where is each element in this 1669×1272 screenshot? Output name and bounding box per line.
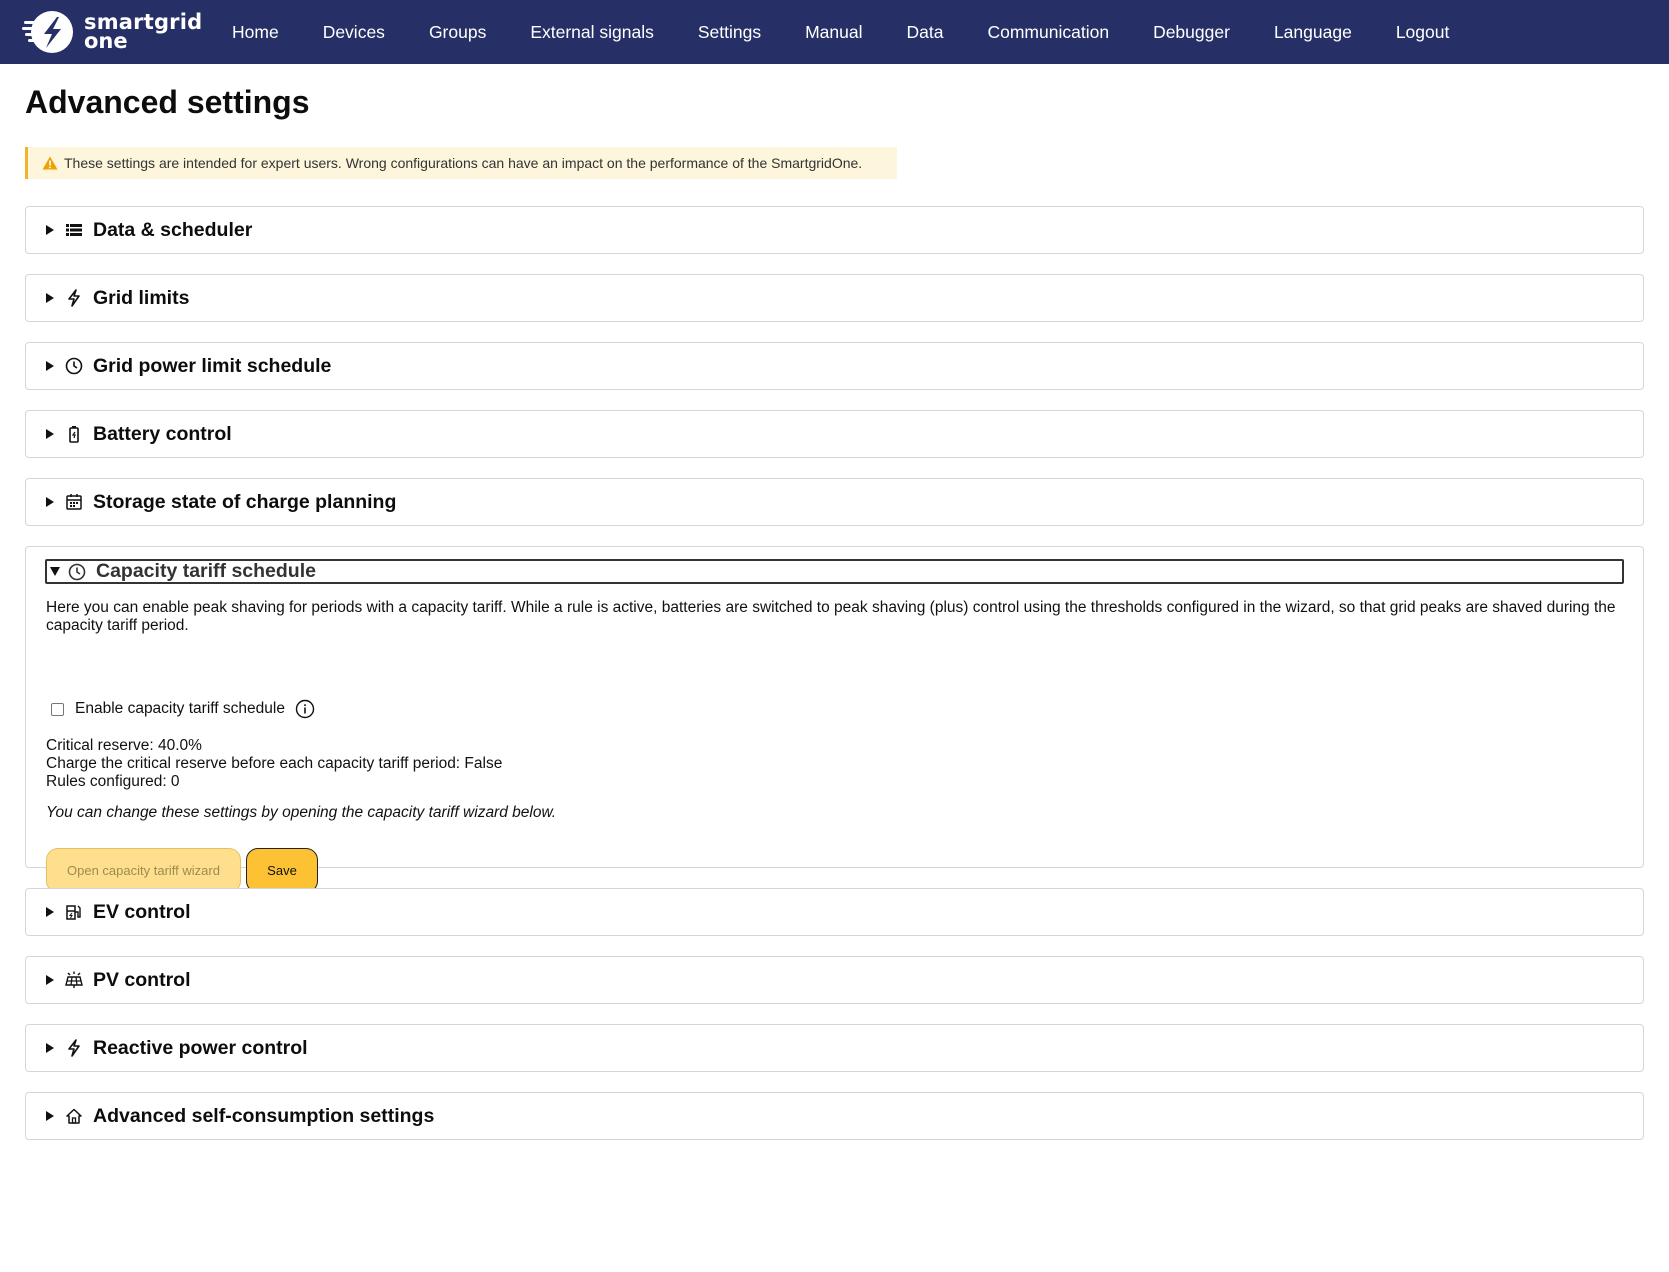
- lightning-icon: [68, 1039, 80, 1057]
- section-data-scheduler: Data & scheduler: [25, 206, 1644, 254]
- caret-right-icon: [46, 225, 54, 235]
- warning-text: These settings are intended for expert u…: [64, 155, 863, 171]
- section-capacity-tariff-schedule: Capacity tariff schedule Here you can en…: [25, 546, 1644, 893]
- home-icon: [66, 1108, 82, 1124]
- capacity-tariff-buttons: Open capacity tariff wizard Save: [46, 848, 318, 893]
- ev-charger-icon: [66, 905, 81, 920]
- caret-right-icon: [46, 975, 54, 985]
- section-ev-control: EV control: [25, 888, 1644, 936]
- capacity-tariff-stats: Critical reserve: 40.0% Charge the criti…: [46, 737, 502, 791]
- lightning-icon: [68, 289, 80, 307]
- nav-settings[interactable]: Settings: [698, 22, 761, 43]
- enable-capacity-tariff-checkbox[interactable]: [51, 702, 64, 716]
- section-title: PV control: [93, 968, 191, 991]
- section-title: Battery control: [93, 422, 232, 445]
- section-pv-control-header[interactable]: PV control: [26, 957, 1643, 1003]
- nav-manual[interactable]: Manual: [805, 22, 862, 43]
- nav-data[interactable]: Data: [907, 22, 944, 43]
- section-title: Storage state of charge planning: [93, 490, 397, 513]
- logo-line2: one: [84, 29, 128, 53]
- section-grid-limits-header[interactable]: Grid limits: [26, 275, 1643, 321]
- capacity-tariff-description: Here you can enable peak shaving for per…: [46, 599, 1616, 634]
- calendar-icon: [66, 494, 82, 510]
- solar-panel-icon: [65, 971, 83, 988]
- nav-logout[interactable]: Logout: [1396, 22, 1450, 43]
- section-reactive-power-control: Reactive power control: [25, 1024, 1644, 1072]
- caret-right-icon: [46, 429, 54, 439]
- nav-debugger[interactable]: Debugger: [1153, 22, 1230, 43]
- logo-text: smartgrid one: [84, 12, 202, 53]
- section-capacity-tariff-schedule-header[interactable]: Capacity tariff schedule: [45, 559, 1624, 584]
- clock-icon: [65, 357, 83, 375]
- nav-home[interactable]: Home: [232, 22, 279, 43]
- section-pv-control: PV control: [25, 956, 1644, 1004]
- section-storage-soc-planning: Storage state of charge planning: [25, 478, 1644, 526]
- nav-menu: Home Devices Groups External signals Set…: [232, 0, 1493, 64]
- capacity-tariff-body: Here you can enable peak shaving for per…: [46, 599, 1623, 893]
- clock-icon: [68, 563, 86, 580]
- info-icon[interactable]: [295, 699, 315, 719]
- section-title: Data & scheduler: [93, 218, 253, 241]
- section-ev-control-header[interactable]: EV control: [26, 889, 1643, 935]
- section-title: Advanced self-consumption settings: [93, 1104, 435, 1127]
- enable-capacity-tariff-row: Enable capacity tariff schedule: [46, 699, 315, 719]
- save-button[interactable]: Save: [246, 848, 318, 893]
- caret-right-icon: [46, 361, 54, 371]
- section-grid-power-limit-schedule-header[interactable]: Grid power limit schedule: [26, 343, 1643, 389]
- section-grid-limits: Grid limits: [25, 274, 1644, 322]
- caret-down-icon: [50, 567, 60, 576]
- rules-configured-text: Rules configured: 0: [46, 773, 180, 790]
- capacity-tariff-note: You can change these settings by opening…: [46, 804, 557, 821]
- caret-right-icon: [46, 497, 54, 507]
- caret-right-icon: [46, 1043, 54, 1053]
- charge-reserve-text: Charge the critical reserve before each …: [46, 755, 503, 772]
- list-icon: [66, 224, 82, 236]
- section-title: Grid power limit schedule: [93, 354, 332, 377]
- open-capacity-tariff-wizard-button[interactable]: Open capacity tariff wizard: [46, 848, 241, 893]
- warning-icon: [42, 156, 58, 170]
- page-title: Advanced settings: [25, 84, 310, 120]
- smartgridone-logo[interactable]: smartgrid one: [22, 9, 202, 55]
- enable-capacity-tariff-label[interactable]: Enable capacity tariff schedule: [75, 700, 285, 718]
- section-reactive-power-control-header[interactable]: Reactive power control: [26, 1025, 1643, 1071]
- nav-external-signals[interactable]: External signals: [530, 22, 654, 43]
- section-advanced-self-consumption: Advanced self-consumption settings: [25, 1092, 1644, 1140]
- battery-icon: [69, 426, 79, 443]
- caret-right-icon: [46, 907, 54, 917]
- section-title: Grid limits: [93, 286, 190, 309]
- nav-groups[interactable]: Groups: [429, 22, 486, 43]
- logo-mark-icon: [22, 11, 73, 53]
- section-grid-power-limit-schedule: Grid power limit schedule: [25, 342, 1644, 390]
- section-battery-control: Battery control: [25, 410, 1644, 458]
- section-title: EV control: [93, 900, 191, 923]
- section-data-scheduler-header[interactable]: Data & scheduler: [26, 207, 1643, 253]
- nav-devices[interactable]: Devices: [323, 22, 385, 43]
- nav-language[interactable]: Language: [1274, 22, 1352, 43]
- section-battery-control-header[interactable]: Battery control: [26, 411, 1643, 457]
- top-navbar: smartgrid one Home Devices Groups Extern…: [0, 0, 1669, 64]
- section-advanced-self-consumption-header[interactable]: Advanced self-consumption settings: [26, 1093, 1643, 1139]
- section-storage-soc-planning-header[interactable]: Storage state of charge planning: [26, 479, 1643, 525]
- section-title: Capacity tariff schedule: [96, 560, 316, 582]
- caret-right-icon: [46, 293, 54, 303]
- critical-reserve-text: Critical reserve: 40.0%: [46, 737, 202, 754]
- nav-communication[interactable]: Communication: [987, 22, 1109, 43]
- warning-banner: These settings are intended for expert u…: [25, 147, 897, 179]
- section-title: Reactive power control: [93, 1036, 308, 1059]
- caret-right-icon: [46, 1111, 54, 1121]
